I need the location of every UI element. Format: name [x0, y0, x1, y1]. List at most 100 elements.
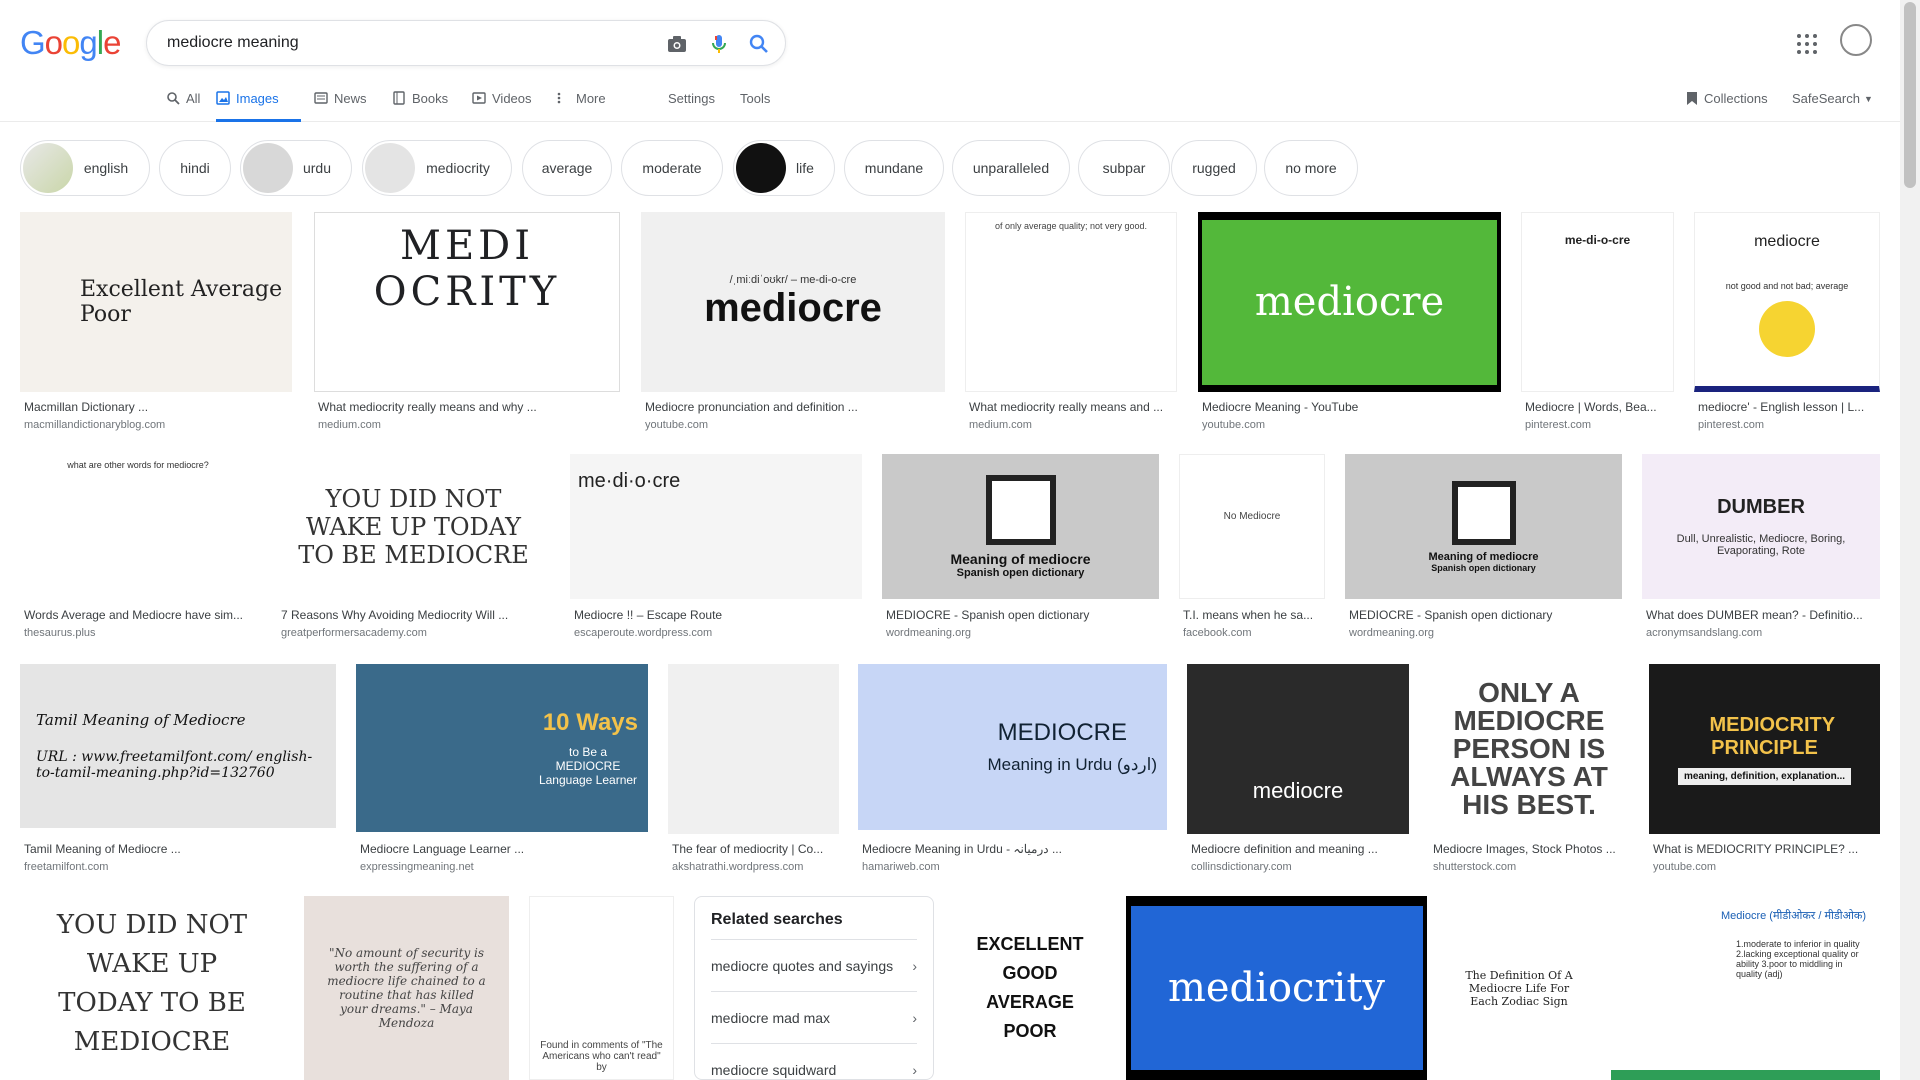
chip-urdu[interactable]: urdu	[240, 140, 352, 196]
chip-hindi[interactable]: hindi	[159, 140, 231, 196]
tab-books[interactable]: Books	[392, 88, 448, 122]
image-result[interactable]: MEDI OCRITY What mediocrity really means…	[314, 212, 620, 432]
result-thumbnail[interactable]: /ˌmiːdiˈoʊkr/ – me-di-o-cre mediocre	[641, 212, 945, 392]
image-result[interactable]: YOU DID NOT WAKE UP TODAY TO BE MEDIOCRE…	[277, 454, 550, 644]
result-thumbnail[interactable]: MEDIOCRE Meaning in Urdu (اردو)	[858, 664, 1167, 830]
scrollbar-thumb[interactable]	[1904, 2, 1916, 188]
chip-subpar[interactable]: subpar	[1078, 140, 1170, 196]
image-result[interactable]: MEDIOCRITY PRINCIPLE meaning, definition…	[1649, 664, 1880, 876]
tab-all[interactable]: All	[166, 88, 200, 122]
image-result[interactable]: mediocre not good and not bad; average m…	[1694, 212, 1880, 432]
result-title[interactable]: Words Average and Mediocre have sim...	[24, 608, 252, 622]
result-thumbnail[interactable]: No Mediocre	[1179, 454, 1325, 599]
image-result[interactable]: "No amount of security is worth the suff…	[304, 896, 509, 1080]
image-result[interactable]: Excellent Average Poor Macmillan Diction…	[20, 212, 292, 432]
result-thumbnail[interactable]: me-di-o-cre	[1521, 212, 1674, 392]
result-title[interactable]: Mediocre Meaning - YouTube	[1202, 400, 1497, 414]
result-thumbnail[interactable]: Excellent Average Poor	[20, 212, 292, 392]
result-title[interactable]: Tamil Meaning of Mediocre ...	[24, 842, 332, 856]
related-search-item[interactable]: mediocre quotes and sayings ›	[711, 939, 917, 991]
search-box[interactable]: mediocre meaning	[146, 20, 786, 66]
result-thumbnail[interactable]: MEDIOCRITY PRINCIPLE meaning, definition…	[1649, 664, 1880, 834]
chip-average[interactable]: average	[522, 140, 612, 196]
result-thumbnail[interactable]: mediocre	[1198, 212, 1501, 392]
result-thumbnail[interactable]: mediocrity	[1126, 896, 1427, 1080]
image-result[interactable]: Tamil Meaning of Mediocre URL : www.free…	[20, 664, 336, 876]
related-search-item[interactable]: mediocre mad max ›	[711, 991, 917, 1043]
image-result[interactable]: 10 Ways to Be a MEDIOCRE Language Learne…	[356, 664, 648, 876]
result-title[interactable]: What mediocrity really means and ...	[969, 400, 1173, 414]
result-thumbnail[interactable]: Meaning of mediocre Spanish open diction…	[882, 454, 1159, 599]
settings-link[interactable]: Settings	[668, 88, 715, 106]
image-result[interactable]: The fear of mediocrity | Co... akshatrat…	[668, 664, 839, 876]
result-thumbnail[interactable]: "No amount of security is worth the suff…	[304, 896, 509, 1080]
image-result[interactable]: me·di·o·cre Mediocre !! – Escape Route e…	[570, 454, 862, 644]
related-search-item[interactable]: mediocre squidward ›	[711, 1043, 917, 1079]
result-thumbnail[interactable]: me·di·o·cre	[570, 454, 862, 599]
result-title[interactable]: MEDIOCRE - Spanish open dictionary	[886, 608, 1155, 622]
image-result[interactable]: Found in comments of "The Americans who …	[529, 896, 674, 1080]
result-thumbnail[interactable]: of only average quality; not very good.	[965, 212, 1177, 392]
result-thumbnail[interactable]: YOU DID NOT WAKE UP TODAY TO BE MEDIOCRE	[277, 454, 550, 599]
chip-mediocrity[interactable]: mediocrity	[362, 140, 512, 196]
result-thumbnail[interactable]: what are other words for mediocre?	[20, 454, 256, 599]
chip-life[interactable]: life	[733, 140, 835, 196]
search-query[interactable]: mediocre meaning	[167, 34, 299, 52]
image-result[interactable]: ONLY A MEDIOCRE PERSON IS ALWAYS AT HIS …	[1429, 664, 1629, 876]
image-result[interactable]: Meaning of mediocre Spanish open diction…	[882, 454, 1159, 644]
result-title[interactable]: Macmillan Dictionary ...	[24, 400, 288, 414]
chip-mundane[interactable]: mundane	[844, 140, 944, 196]
result-title[interactable]: What is MEDIOCRITY PRINCIPLE? ...	[1653, 842, 1876, 856]
result-title[interactable]: The fear of mediocrity | Co...	[672, 842, 835, 856]
result-thumbnail[interactable]: Mediocre (मीडीओकर / मीडीओक) 1.moderate t…	[1611, 896, 1880, 1080]
search-icon[interactable]	[747, 32, 771, 56]
tab-news[interactable]: News	[314, 88, 367, 122]
tab-more[interactable]: More	[556, 88, 606, 122]
chip-rugged[interactable]: rugged	[1171, 140, 1257, 196]
result-thumbnail[interactable]: 10 Ways to Be a MEDIOCRE Language Learne…	[356, 664, 648, 832]
camera-icon[interactable]	[665, 32, 689, 56]
image-result[interactable]: Mediocre (मीडीओकर / मीडीओक) 1.moderate t…	[1611, 896, 1880, 1080]
microphone-icon[interactable]	[707, 32, 731, 56]
google-logo[interactable]: Google	[20, 24, 121, 62]
chip-english[interactable]: english	[20, 140, 150, 196]
result-thumbnail[interactable]: EXCELLENT GOOD AVERAGE POOR	[954, 896, 1106, 1080]
result-title[interactable]: Mediocre | Words, Bea...	[1525, 400, 1670, 414]
image-result[interactable]: MEDIOCRE Meaning in Urdu (اردو) Mediocre…	[858, 664, 1167, 876]
image-result[interactable]: what are other words for mediocre? Words…	[20, 454, 256, 644]
avatar[interactable]	[1840, 24, 1872, 56]
result-title[interactable]: MEDIOCRE - Spanish open dictionary	[1349, 608, 1618, 622]
result-thumbnail[interactable]: DUMBER Dull, Unrealistic, Mediocre, Bori…	[1642, 454, 1880, 599]
result-thumbnail[interactable]: mediocre not good and not bad; average	[1694, 212, 1880, 392]
result-thumbnail[interactable]: Found in comments of "The Americans who …	[529, 896, 674, 1080]
tab-images[interactable]: Images	[216, 88, 301, 122]
image-result[interactable]: The Definition Of A Mediocre Life For Ea…	[1447, 896, 1591, 1080]
image-result[interactable]: DUMBER Dull, Unrealistic, Mediocre, Bori…	[1642, 454, 1880, 644]
result-title[interactable]: Mediocre definition and meaning ...	[1191, 842, 1405, 856]
result-title[interactable]: What does DUMBER mean? - Definitio...	[1646, 608, 1876, 622]
image-result[interactable]: mediocre Mediocre definition and meaning…	[1187, 664, 1409, 876]
result-title[interactable]: mediocre' - English lesson | L...	[1698, 400, 1876, 414]
image-result[interactable]: No Mediocre T.I. means when he sa... fac…	[1179, 454, 1325, 644]
chip-unparalleled[interactable]: unparalleled	[952, 140, 1070, 196]
result-title[interactable]: T.I. means when he sa...	[1183, 608, 1321, 622]
result-thumbnail[interactable]: MEDI OCRITY	[314, 212, 620, 392]
chip-moderate[interactable]: moderate	[621, 140, 723, 196]
result-title[interactable]: Mediocre Images, Stock Photos ...	[1433, 842, 1625, 856]
image-result[interactable]: mediocrity	[1126, 896, 1427, 1080]
image-result[interactable]: of only average quality; not very good. …	[965, 212, 1177, 432]
tools-link[interactable]: Tools	[740, 88, 770, 106]
result-thumbnail[interactable]: mediocre	[1187, 664, 1409, 834]
result-title[interactable]: What mediocrity really means and why ...	[318, 400, 616, 414]
image-result[interactable]: Meaning of mediocre Spanish open diction…	[1345, 454, 1622, 644]
result-thumbnail[interactable]: Meaning of mediocre Spanish open diction…	[1345, 454, 1622, 599]
safesearch-menu[interactable]: SafeSearch ▼	[1792, 88, 1873, 106]
image-result[interactable]: me-di-o-cre Mediocre | Words, Bea... pin…	[1521, 212, 1674, 432]
collections-link[interactable]: Collections	[1686, 88, 1768, 109]
result-title[interactable]: 7 Reasons Why Avoiding Mediocrity Will .…	[281, 608, 546, 622]
image-result[interactable]: YOU DID NOT WAKE UP TODAY TO BE MEDIOCRE	[20, 896, 284, 1080]
image-result[interactable]: EXCELLENT GOOD AVERAGE POOR	[954, 896, 1106, 1080]
image-result[interactable]: mediocre Mediocre Meaning - YouTube yout…	[1198, 212, 1501, 432]
chip-no-more[interactable]: no more	[1264, 140, 1358, 196]
result-thumbnail[interactable]: Tamil Meaning of Mediocre URL : www.free…	[20, 664, 336, 828]
